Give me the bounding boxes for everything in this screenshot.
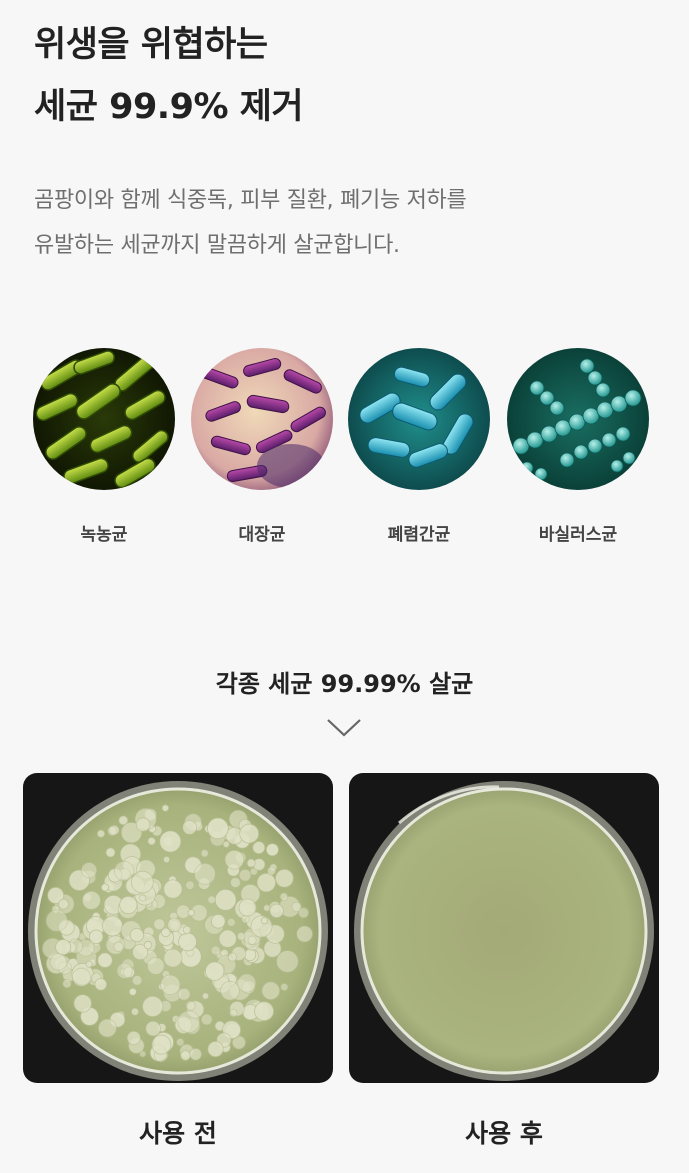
petri-dish-after-image xyxy=(349,773,659,1083)
e-coli-image xyxy=(191,348,333,490)
bacteria-label: 녹농균 xyxy=(80,525,128,545)
before-label: 사용 전 xyxy=(139,1119,217,1148)
headline: 위생을 위협하는 세균 99.9% 제거 xyxy=(34,14,304,138)
pseudomonas-image xyxy=(33,348,175,490)
bacteria-list: 녹농균 대장균 폐렴간균 바실러스균 xyxy=(0,348,689,548)
klebsiella-image xyxy=(348,348,490,490)
bacteria-label: 폐렴간균 xyxy=(387,525,451,545)
bacteria-item-bacillus: 바실러스균 xyxy=(507,348,649,545)
bacteria-label: 바실러스균 xyxy=(538,525,618,545)
bacteria-label: 대장균 xyxy=(238,525,286,545)
bacteria-item-pseudomonas: 녹농균 xyxy=(33,348,175,545)
chevron-down-icon xyxy=(326,718,362,742)
sterilization-title: 각종 세균 99.99% 살균 xyxy=(215,670,474,698)
bacillus-image xyxy=(507,348,649,490)
petri-dish-before-image xyxy=(23,773,333,1083)
headline-line-1: 위생을 위협하는 xyxy=(34,25,268,65)
description-line-1: 곰팡이와 함께 식중독, 피부 질환, 폐기능 저하를 xyxy=(34,188,467,213)
after-label: 사용 후 xyxy=(465,1119,543,1148)
description-line-2: 유발하는 세균까지 말끔하게 살균합니다. xyxy=(34,233,400,258)
bacteria-item-e-coli: 대장균 xyxy=(191,348,333,545)
bacteria-item-klebsiella: 폐렴간균 xyxy=(348,348,490,545)
description: 곰팡이와 함께 식중독, 피부 질환, 폐기능 저하를 유발하는 세균까지 말끔… xyxy=(34,178,467,268)
headline-line-2: 세균 99.9% 제거 xyxy=(34,87,304,127)
